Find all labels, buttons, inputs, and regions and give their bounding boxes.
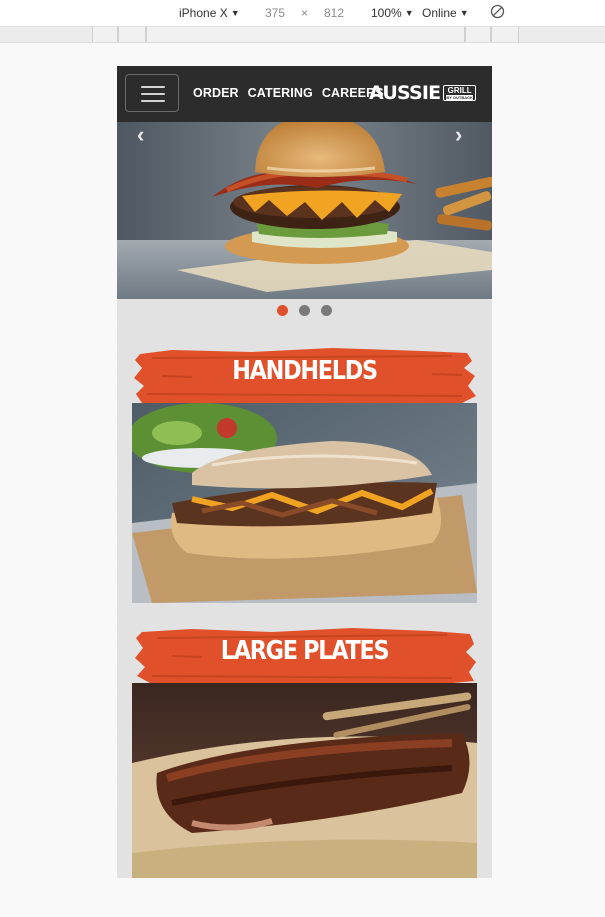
logo-wordmark: AUSSIE xyxy=(369,82,441,104)
site-header: ORDER CATERING CAREERS AUSSIE GRILL BY O… xyxy=(117,66,492,122)
device-select-label: iPhone X xyxy=(179,6,228,20)
devtools-device-toolbar: iPhone X ▼ 375 × 812 100% ▼ Online ▼ xyxy=(0,0,605,27)
device-viewport: ORDER CATERING CAREERS AUSSIE GRILL BY O… xyxy=(117,66,492,878)
media-query-bar[interactable] xyxy=(118,27,146,42)
rotate-icon[interactable] xyxy=(490,4,505,19)
zoom-select-label: 100% xyxy=(371,6,402,20)
carousel-prev-arrow-icon[interactable]: ‹ xyxy=(137,122,144,148)
zoom-select[interactable]: 100% ▼ xyxy=(371,6,414,20)
hero-carousel[interactable]: ‹ › xyxy=(117,122,492,299)
network-throttle-select[interactable]: Online ▼ xyxy=(422,6,469,20)
hamburger-line xyxy=(141,93,165,95)
media-query-bar[interactable] xyxy=(92,27,118,42)
device-select[interactable]: iPhone X ▼ xyxy=(179,6,240,20)
nav-link-catering[interactable]: CATERING xyxy=(248,86,313,100)
category-title: HANDHELDS xyxy=(232,356,378,386)
carousel-indicators xyxy=(117,305,492,316)
height-input[interactable]: 812 xyxy=(324,6,344,20)
chevron-down-icon: ▼ xyxy=(230,8,240,18)
logo-badge: GRILL BY OUTBACK xyxy=(443,85,476,101)
carousel-dot-1[interactable] xyxy=(277,305,288,316)
hero-burger-image xyxy=(117,122,492,299)
chevron-down-icon: ▼ xyxy=(459,8,469,18)
menu-button[interactable] xyxy=(125,74,179,112)
media-query-bar[interactable] xyxy=(465,27,491,42)
media-query-ruler xyxy=(0,27,605,43)
primary-nav: ORDER CATERING CAREERS xyxy=(193,86,384,100)
category-title: LARGE PLATES xyxy=(220,636,390,666)
nav-link-order[interactable]: ORDER xyxy=(193,86,239,100)
large-plates-photo xyxy=(132,683,477,878)
aussie-grill-logo[interactable]: AUSSIE GRILL BY OUTBACK xyxy=(369,82,476,104)
logo-badge-text: GRILL xyxy=(447,86,472,95)
category-card-large-plates[interactable]: LARGE PLATES xyxy=(132,626,477,878)
width-input[interactable]: 375 xyxy=(265,6,285,20)
media-query-bar[interactable] xyxy=(491,27,519,42)
hamburger-line xyxy=(141,100,165,102)
media-query-bar[interactable] xyxy=(146,27,465,42)
network-select-label: Online xyxy=(422,6,457,20)
chevron-down-icon: ▼ xyxy=(404,8,414,18)
dimension-separator: × xyxy=(301,6,309,20)
category-card-handhelds[interactable]: HANDHELDS xyxy=(132,346,477,603)
carousel-next-arrow-icon[interactable]: › xyxy=(455,122,462,148)
hamburger-line xyxy=(141,86,165,88)
carousel-dot-2[interactable] xyxy=(299,305,310,316)
logo-badge-subtext: BY OUTBACK xyxy=(446,95,473,100)
carousel-dot-3[interactable] xyxy=(321,305,332,316)
handhelds-photo xyxy=(132,403,477,603)
